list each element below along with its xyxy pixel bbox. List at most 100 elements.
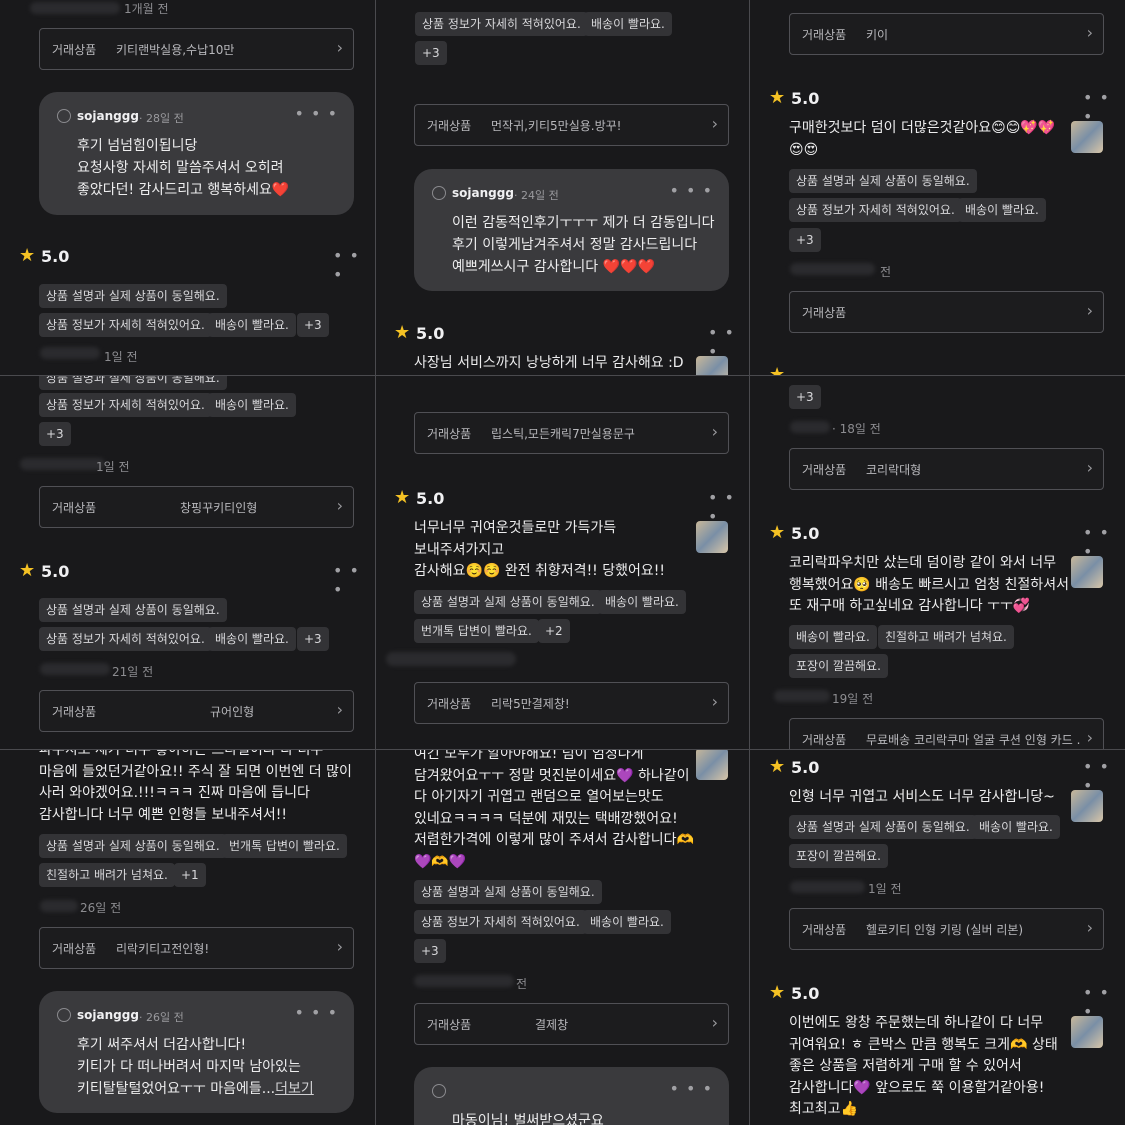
product-label: 거래상품 [802,28,847,42]
product-label: 거래상품 [802,923,847,937]
tag: 상품 정보가 자세히 적혀있어요. [39,393,212,417]
product-label: 거래상품 [52,43,97,57]
product-name: 헬로키티 인형 키링 (실버 리본) [866,923,1024,937]
tag-count[interactable]: +3 [297,313,329,337]
product-link[interactable]: 거래상품 헬로키티 인형 키링 (실버 리본) › [789,908,1104,950]
product-link[interactable]: 거래상품 코리락대형 › [789,448,1104,490]
tag: 번개톡 답변이 빨라요. [222,834,347,858]
tag: 상품 정보가 자세히 적혀있어요. [39,313,212,337]
blurred-username [386,652,516,666]
tag-count[interactable]: +3 [297,627,329,651]
star-icon: ★ [394,487,411,508]
tag: 상품 설명과 실제 상품이 동일해요. [39,598,227,622]
more-dots-icon[interactable]: • • • [295,104,338,123]
product-name: 키티랜박실용,수납10만 [116,43,235,57]
product-label: 거래상품 [427,119,472,133]
blurred-username [20,458,105,470]
review-photo[interactable] [696,521,728,553]
rating-score: 5.0 [41,247,70,266]
tag: 배송이 빨라요. [208,313,296,337]
product-label: 거래상품 [52,501,97,515]
review-date: 19일 전 [832,692,874,706]
more-dots-icon[interactable]: • • • [333,561,375,599]
chevron-right-icon: › [1086,458,1093,477]
tag: 배송이 빨라요. [789,625,877,649]
review-date: 1일 전 [104,350,138,364]
more-dots-icon[interactable]: • • • [333,246,375,284]
product-name: 코리락대형 [866,463,922,477]
tag: 상품 설명과 실제 상품이 동일해요. [789,169,977,193]
product-label: 거래상품 [427,1018,472,1032]
review-photo[interactable] [1071,790,1103,822]
tag-count[interactable]: +3 [39,422,71,446]
product-link[interactable]: 거래상품 › [789,291,1104,333]
tag: 상품 정보가 자세히 적혀있어요. [39,627,212,651]
product-label: 거래상품 [427,697,472,711]
product-name: 무료배송 코리락쿠마 얼굴 쿠션 인형 카드 ... [866,733,1081,747]
review-photo[interactable] [1071,121,1103,153]
tag-count[interactable]: +3 [789,385,821,409]
review-date: · 18일 전 [832,422,881,436]
star-icon: ★ [394,322,411,343]
panel-4: 상품 설명과 실제 상품이 동일해요. 상품 정보가 자세히 적혀있어요. 배송… [0,376,375,749]
chevron-right-icon: › [336,496,343,515]
review-photo[interactable] [696,750,728,780]
tag-count[interactable]: +3 [415,41,447,65]
review-text: 이번에도 왕창 주문했는데 하나같이 다 너무 귀여워요! ㅎ 큰박스 만큼 행… [789,1015,1058,1117]
blurred-username [414,975,514,987]
star-icon: ★ [769,522,786,543]
tag-count[interactable]: +1 [174,863,206,887]
grid-divider [0,375,1125,376]
chevron-right-icon: › [711,422,718,441]
product-link[interactable]: 거래상품 창핑꾸키티인형 › [39,486,354,528]
more-dots-icon[interactable]: • • • [295,1003,338,1022]
star-icon: ★ [769,982,786,1003]
product-name: 창핑꾸키티인형 [180,501,258,515]
product-link[interactable]: 거래상품 리락5만결제창! › [414,682,729,724]
rating-score: 5.0 [416,489,445,508]
product-link[interactable]: 거래상품 리락키티고전인형! › [39,927,354,969]
product-link[interactable]: 거래상품 먼작귀,키티5만실용.방꾸! › [414,104,729,146]
review-date: 1개월 전 [124,2,169,16]
blurred-username [30,2,120,14]
tag-count[interactable]: +3 [414,939,446,963]
tag: 포장이 깔끔해요. [789,844,888,868]
product-name: 결제창 [535,1018,569,1032]
panel-5: 거래상품 립스틱,모든캐릭7만실용문구 › ★ 5.0 • • • 너무너무 귀… [376,376,749,749]
product-label: 거래상품 [52,942,97,956]
tag: 상품 설명과 실제 상품이 동일해요. [39,834,227,858]
tag: 상품 정보가 자세히 적혀있어요. [414,910,587,934]
panel-1: 1개월 전 거래상품 키티랜박실용,수납10만 › sojanggg · 28일… [0,0,375,375]
product-link[interactable]: 거래상품 키이 › [789,13,1104,55]
product-link[interactable]: 거래상품 키티랜박실용,수납10만 › [39,28,354,70]
chevron-right-icon: › [1086,728,1093,747]
blurred-username [40,347,100,359]
tag: 배송이 빨라요. [958,198,1046,222]
product-link[interactable]: 거래상품 결제창 › [414,1003,729,1045]
review-photo[interactable] [1071,556,1103,588]
review-date: 1일 전 [868,882,902,896]
chevron-right-icon: › [1086,23,1093,42]
review-date: 전 [880,265,892,279]
tag: 배송이 빨라요. [583,910,671,934]
more-dots-icon[interactable]: • • • [670,181,713,200]
more-dots-icon[interactable]: • • • [670,1079,713,1098]
reply-text: 마동이님! 벌써받으셨군요 [452,1113,604,1125]
reply-text: 이런 감동적인후기ㅜㅜㅜ 제가 더 감동입니다 후기 이렇게남겨주셔서 정말 감… [452,215,715,275]
panel-3: 거래상품 키이 › ★ 5.0 • • • 구매한것보다 덤이 더많은것같아요😊… [750,0,1125,375]
tag-count[interactable]: +3 [789,228,821,252]
review-photo[interactable] [1071,1016,1103,1048]
tag-count[interactable]: +2 [538,619,570,643]
product-link[interactable]: 거래상품 립스틱,모든캐릭7만실용문구 › [414,412,729,454]
seller-avatar-icon [57,1008,71,1022]
seller-reply: • • • 마동이님! 벌써받으셨군요 [414,1067,729,1125]
rating-score: 5.0 [41,562,70,581]
rating-score: 5.0 [791,758,820,777]
seller-avatar-icon [57,109,71,123]
review-photo[interactable] [696,356,728,375]
seller-name: sojanggg [77,1008,139,1022]
product-link[interactable]: 거래상품 규어인형 › [39,690,354,732]
product-link[interactable]: 거래상품 무료배송 코리락쿠마 얼굴 쿠션 인형 카드 ... › [789,718,1104,749]
read-more-link[interactable]: 더보기 [275,1081,314,1097]
chevron-right-icon: › [336,700,343,719]
